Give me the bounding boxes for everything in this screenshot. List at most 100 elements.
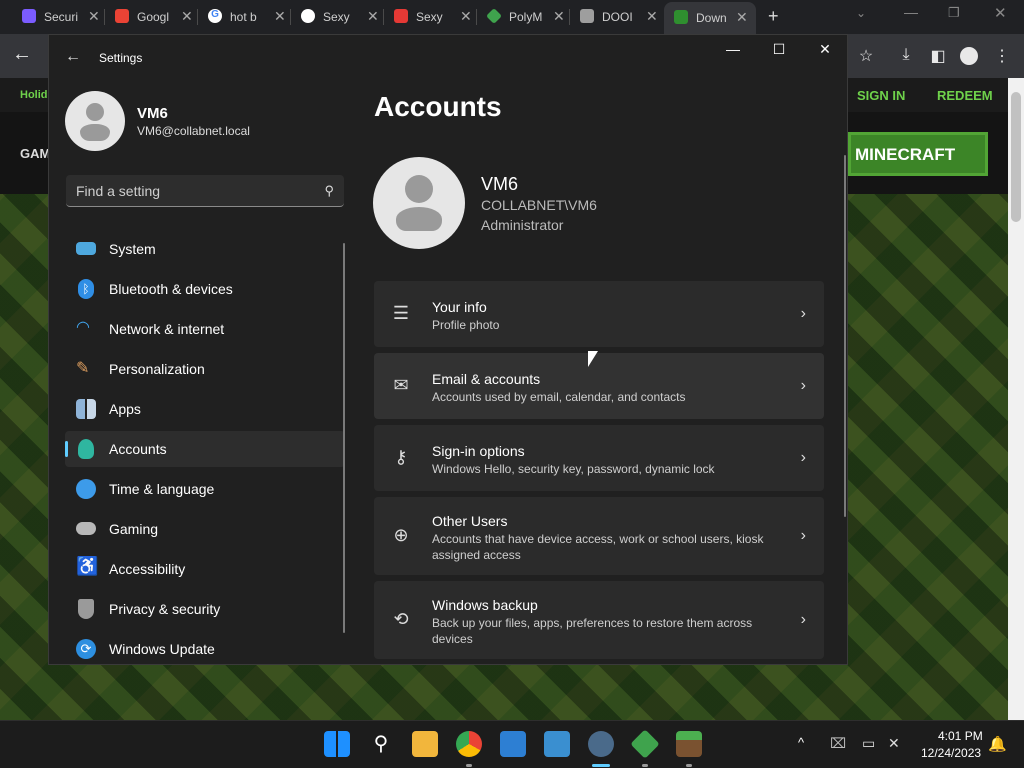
shield-icon (22, 9, 36, 23)
tab-search-icon[interactable]: ⌄ (856, 6, 866, 20)
nav-item-accounts[interactable]: Accounts (65, 431, 345, 467)
close-icon[interactable]: ✕ (553, 8, 565, 25)
windows-backup-card[interactable]: ⟲ Windows backup Back up your files, app… (374, 581, 824, 659)
nav-item-apps[interactable]: Apps (65, 391, 345, 427)
close-icon[interactable]: ✕ (736, 9, 748, 26)
close-icon[interactable]: ✕ (181, 8, 193, 25)
chevron-right-icon: › (800, 449, 806, 466)
close-button[interactable]: ✕ (813, 41, 837, 61)
sign-in-link[interactable]: SIGN IN (857, 88, 905, 103)
chevron-up-icon[interactable]: ^ (798, 735, 804, 750)
sign-in-options-card[interactable]: ⚷ Sign-in options Windows Hello, securit… (374, 425, 824, 491)
nav-label: Time & language (109, 481, 215, 497)
chevron-right-icon: › (800, 377, 806, 394)
display-icon[interactable]: ▭ (862, 735, 875, 752)
tab-label: Down (696, 11, 727, 25)
nav-label: Bluetooth & devices (109, 281, 233, 297)
user-email: VM6@collabnet.local (137, 124, 250, 138)
search-icon[interactable]: ⚲ (368, 731, 394, 757)
tab-label: Securi (44, 10, 78, 24)
browser-tab[interactable]: PolyM ✕ (486, 6, 565, 28)
download-icon[interactable]: ⤓ (896, 46, 916, 66)
nav-item-personalization[interactable]: ✎ Personalization (65, 351, 345, 387)
server-manager-icon[interactable] (500, 731, 526, 757)
nav-item-bluetooth[interactable]: ᛒ Bluetooth & devices (65, 271, 345, 307)
restore-icon[interactable]: ❐ (948, 5, 960, 21)
nav-item-gaming[interactable]: Gaming (65, 511, 345, 547)
gamepad-icon (76, 522, 96, 535)
page-title: Accounts (374, 91, 502, 122)
content-scrollbar[interactable] (844, 155, 846, 517)
back-arrow-icon[interactable]: ← (12, 43, 32, 65)
maximize-button[interactable]: ☐ (767, 41, 791, 61)
redeem-link[interactable]: REDEEM (937, 88, 993, 103)
nav-label: Privacy & security (109, 601, 221, 617)
network-icon[interactable]: ⌧ (830, 735, 846, 752)
nav-item-privacy[interactable]: Privacy & security (65, 591, 345, 627)
remote-desktop-icon[interactable] (544, 731, 570, 757)
page-scrollbar[interactable] (1008, 78, 1024, 720)
globe-clock-icon (76, 479, 96, 499)
side-panel-icon[interactable]: ◧ (928, 46, 948, 66)
back-arrow-icon[interactable]: ← (65, 48, 81, 66)
volume-muted-icon[interactable]: ✕ (888, 735, 900, 752)
profile-icon[interactable] (960, 47, 978, 65)
nav-label: Personalization (109, 361, 205, 377)
browser-tab-strip: Securi ✕ Googl ✕ G hot b ✕ Sexy ✕ Sexy ✕… (0, 0, 1024, 34)
nav-item-network[interactable]: ◠ Network & internet (65, 311, 345, 347)
clock-date[interactable]: 12/24/2023 (921, 746, 981, 760)
promo-text[interactable]: Holid (20, 89, 48, 101)
account-role: Administrator (481, 217, 564, 233)
account-domain: COLLABNET\VM6 (481, 197, 597, 213)
get-minecraft-button[interactable]: MINECRAFT (848, 132, 988, 176)
nav-scrollbar[interactable] (343, 243, 345, 633)
close-icon[interactable]: ✕ (88, 8, 100, 25)
nav-item-system[interactable]: System (65, 231, 345, 267)
close-icon[interactable]: ✕ (460, 8, 472, 25)
nav-item-accessibility[interactable]: ♿ Accessibility (65, 551, 345, 587)
notification-bell-icon[interactable]: 🔔 (988, 735, 1007, 753)
card-title: Sign-in options (432, 443, 525, 459)
close-icon[interactable]: ✕ (994, 4, 1007, 22)
nav-label: Network & internet (109, 321, 225, 337)
close-icon[interactable]: ✕ (274, 8, 286, 25)
settings-icon[interactable] (588, 731, 614, 757)
browser-tab[interactable]: Sexy ✕ (301, 6, 379, 28)
account-name: VM6 (481, 174, 519, 194)
menu-icon[interactable]: ⋮ (992, 46, 1012, 66)
person-icon (78, 439, 94, 459)
search-icon[interactable]: ⚲ (324, 183, 334, 199)
browser-tab[interactable]: Securi ✕ (22, 6, 100, 28)
nav-item-windows-update[interactable]: ⟳ Windows Update (65, 631, 345, 667)
email-accounts-card[interactable]: ✉ Email & accounts Accounts used by emai… (374, 353, 824, 419)
browser-tab-active[interactable]: Down ✕ (664, 2, 756, 34)
file-explorer-icon[interactable] (412, 731, 438, 757)
close-icon[interactable]: ✕ (367, 8, 379, 25)
chevron-right-icon: › (800, 305, 806, 322)
minecraft-icon[interactable] (676, 731, 702, 757)
chrome-icon[interactable] (456, 731, 482, 757)
card-subtitle: Back up your files, apps, preferences to… (432, 616, 753, 646)
games-nav-item[interactable]: GAM (20, 146, 50, 161)
tab-label: PolyM (509, 10, 543, 24)
browser-tab[interactable]: DOOI ✕ (580, 6, 658, 28)
card-subtitle: Accounts used by email, calendar, and co… (432, 390, 686, 404)
minimize-icon[interactable]: — (904, 4, 918, 20)
start-icon[interactable] (324, 731, 350, 757)
minimize-button[interactable]: — (721, 41, 745, 61)
search-input[interactable]: Find a setting ⚲ (66, 175, 344, 207)
google-icon (115, 9, 129, 23)
mouse-cursor-icon (588, 351, 598, 367)
new-tab-button[interactable]: + (768, 6, 779, 27)
nav-item-time-language[interactable]: Time & language (65, 471, 345, 507)
other-users-card[interactable]: ⊕ Other Users Accounts that have device … (374, 497, 824, 575)
clock-time[interactable]: 4:01 PM (938, 729, 983, 743)
your-info-card[interactable]: ☰ Your info Profile photo › (374, 281, 824, 347)
close-icon[interactable]: ✕ (646, 8, 658, 25)
browser-tab[interactable]: Sexy ✕ (394, 6, 472, 28)
browser-tab[interactable]: G hot b ✕ (208, 6, 286, 28)
polymc-icon[interactable] (630, 729, 660, 759)
star-icon[interactable]: ☆ (856, 46, 876, 66)
browser-tab[interactable]: Googl ✕ (115, 6, 193, 28)
taskbar: ⚲ ^ ⌧ ▭ ✕ 4:01 PM 12/24/2023 🔔 (0, 720, 1024, 768)
